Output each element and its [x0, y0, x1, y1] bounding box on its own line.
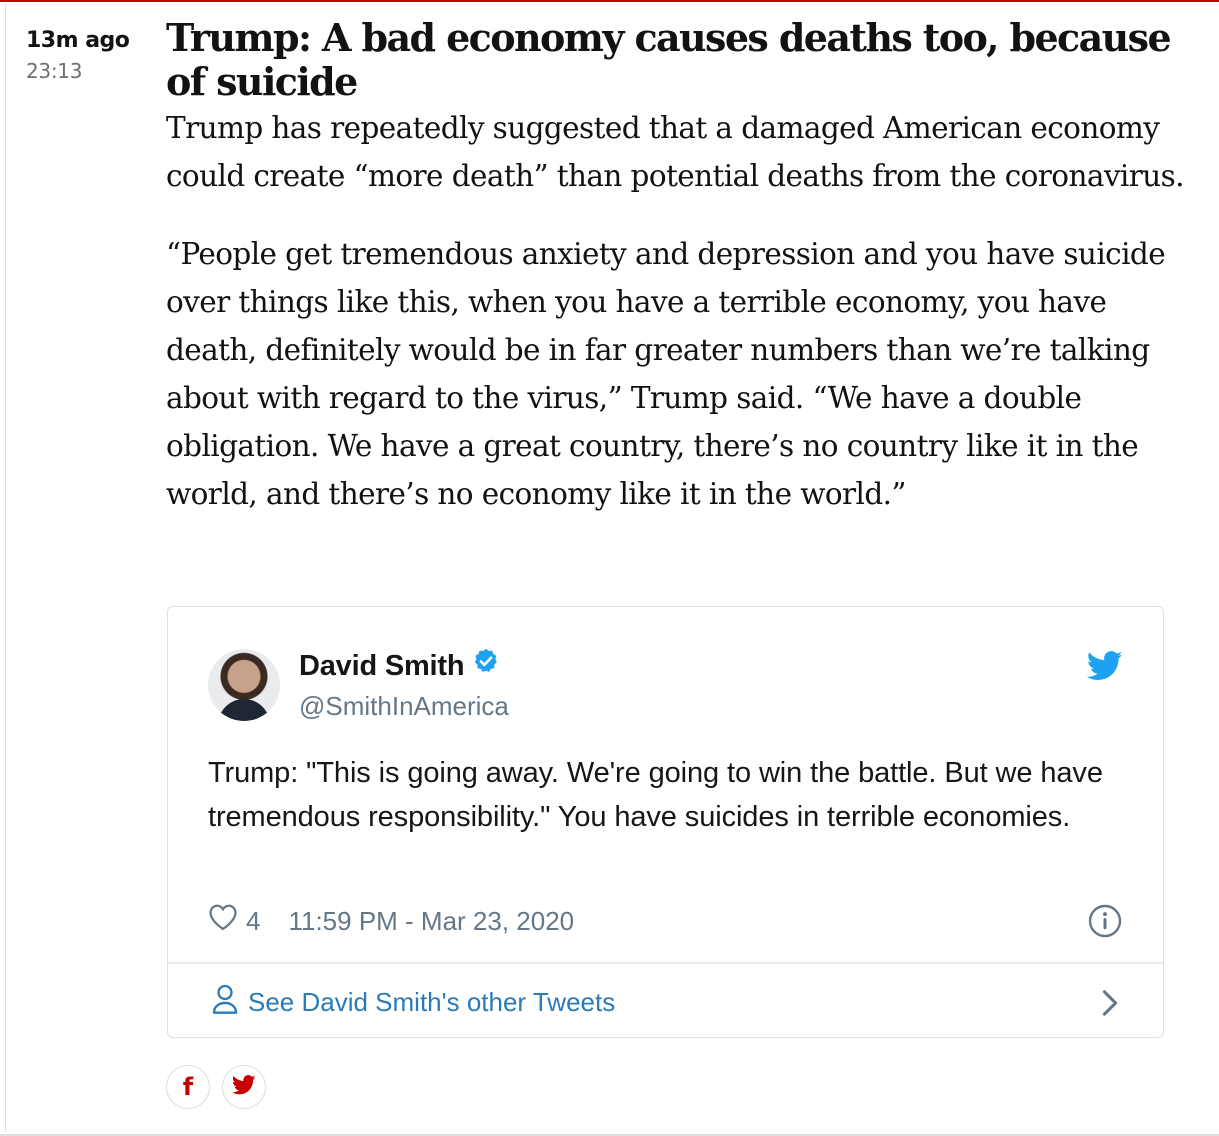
share-facebook-button[interactable]: f — [166, 1065, 210, 1109]
verified-badge-icon — [472, 647, 500, 683]
entry-headline: Trump: A bad economy causes deaths too, … — [166, 15, 1172, 104]
avatar-figure — [218, 699, 270, 721]
entry-left-rule — [5, 4, 6, 1132]
heart-icon[interactable] — [208, 903, 238, 939]
person-icon — [212, 983, 238, 1022]
see-other-tweets-label: See David Smith's other Tweets — [248, 986, 616, 1017]
tweet-text: Trump: "This is going away. We're going … — [208, 757, 1103, 833]
twitter-icon — [231, 1075, 256, 1099]
avatar[interactable] — [208, 649, 280, 721]
tweet-author-name-text: David Smith — [299, 650, 465, 682]
share-twitter-button[interactable] — [222, 1065, 266, 1109]
time-clock: 23:13 — [26, 59, 83, 83]
entry-paragraph: Trump has repeatedly suggested that a da… — [166, 111, 1185, 193]
facebook-icon: f — [182, 1073, 194, 1101]
entry-content: Trump: A bad economy causes deaths too, … — [166, 16, 1196, 518]
embedded-tweet[interactable]: David Smith @SmithInAmerica Trump: "This… — [167, 606, 1164, 1038]
time-ago: 13m ago — [26, 28, 130, 53]
share-buttons: f — [166, 1065, 278, 1109]
tweet-handle[interactable]: @SmithInAmerica — [299, 690, 509, 722]
entry-timestamp[interactable]: 13m ago 23:13 — [26, 26, 146, 86]
tweet-timestamp[interactable]: 11:59 PM - Mar 23, 2020 — [288, 904, 574, 938]
like-count[interactable]: 4 — [246, 904, 260, 938]
chevron-right-icon[interactable] — [1101, 989, 1119, 1022]
info-icon[interactable] — [1087, 903, 1123, 944]
see-other-tweets-link[interactable]: See David Smith's other Tweets — [212, 982, 615, 1022]
liveblog-entry: 13m ago 23:13 Trump: A bad economy cause… — [0, 0, 1219, 1136]
tweet-author-name[interactable]: David Smith — [299, 649, 500, 683]
entry-paragraph: “People get tremendous anxiety and depre… — [166, 237, 1166, 511]
tweet-divider — [168, 962, 1163, 964]
twitter-bird-icon[interactable] — [1086, 651, 1123, 686]
tweet-meta: 4 11:59 PM - Mar 23, 2020 — [208, 904, 574, 938]
